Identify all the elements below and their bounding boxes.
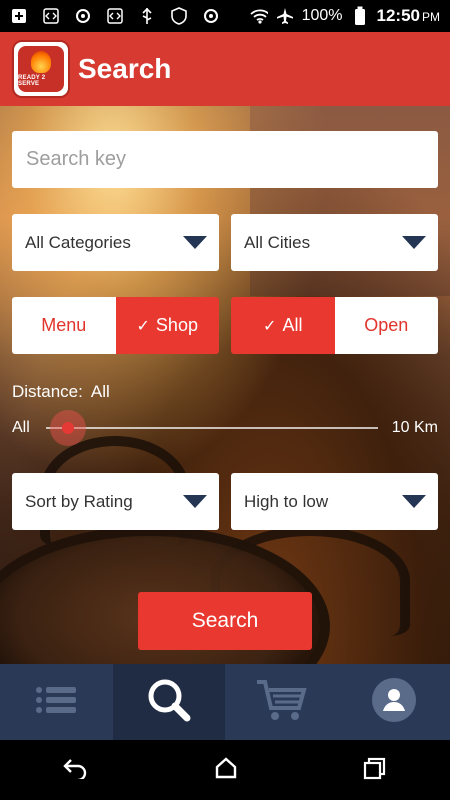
sort-order-dropdown[interactable]: High to low	[231, 473, 438, 530]
search-button[interactable]: Search	[138, 592, 312, 650]
status-option-open[interactable]: Open	[334, 297, 438, 354]
distance-slider[interactable]	[46, 410, 378, 446]
tab-search[interactable]	[112, 664, 225, 740]
city-value: All Cities	[244, 232, 311, 252]
distance-min-label: All	[12, 419, 30, 436]
page-title: Search	[78, 53, 172, 84]
cart-icon	[255, 678, 307, 727]
code-icon	[42, 7, 60, 25]
status-bar: 100% 12:50 PM	[0, 0, 450, 32]
flame-icon	[31, 51, 51, 73]
tab-cart[interactable]	[225, 664, 338, 740]
sort-by-value: Sort by Rating	[25, 491, 133, 511]
usb-icon	[138, 7, 156, 25]
check-icon: ✓	[263, 317, 277, 335]
logo-text: READY 2 SERVE	[18, 75, 46, 87]
plus-square-icon	[10, 7, 28, 25]
distance-slider-row: All 10 Km	[12, 410, 438, 446]
chevron-down-icon	[183, 495, 207, 508]
airplane-icon	[276, 7, 294, 25]
chevron-down-icon	[402, 495, 426, 508]
type-toggle: Menu ✓ Shop	[12, 297, 219, 354]
city-dropdown[interactable]: All Cities	[231, 214, 438, 271]
search-input[interactable]	[12, 131, 438, 188]
distance-label-row: Distance: All	[12, 382, 110, 402]
battery-percent: 100%	[301, 7, 343, 24]
category-dropdown[interactable]: All Categories	[12, 214, 219, 271]
sort-by-dropdown[interactable]: Sort by Rating	[12, 473, 219, 530]
distance-max-label: 10 Km	[391, 419, 438, 436]
sync-icon-2	[202, 7, 220, 25]
battery-icon	[351, 6, 369, 25]
distance-value: All	[90, 382, 110, 401]
sort-order-value: High to low	[244, 491, 329, 511]
shield-icon	[170, 7, 188, 25]
status-toggle: ✓ All Open	[231, 297, 438, 354]
type-option-shop[interactable]: ✓ Shop	[115, 297, 219, 354]
category-value: All Categories	[25, 232, 131, 252]
status-notifications	[10, 7, 220, 25]
recents-icon[interactable]	[363, 756, 387, 785]
app-logo: READY 2 SERVE	[12, 40, 70, 98]
tab-profile[interactable]	[338, 664, 450, 740]
check-icon: ✓	[136, 317, 150, 335]
wifi-icon	[249, 7, 268, 25]
tab-list[interactable]	[0, 664, 113, 740]
home-icon[interactable]	[214, 756, 238, 785]
code-icon-2	[106, 7, 124, 25]
system-nav-bar	[0, 740, 450, 800]
clock: 12:50 PM	[376, 6, 440, 25]
distance-label: Distance:	[12, 382, 83, 401]
list-icon	[34, 683, 78, 722]
status-system: 100% 12:50 PM	[249, 6, 440, 26]
chevron-down-icon	[183, 236, 207, 249]
bottom-tab-bar	[0, 664, 450, 740]
slider-thumb[interactable]	[50, 410, 86, 446]
status-option-all[interactable]: ✓ All	[231, 297, 335, 354]
sync-icon	[74, 7, 92, 25]
app-bar: READY 2 SERVE Search	[0, 32, 450, 106]
back-icon[interactable]	[62, 757, 89, 784]
search-icon	[145, 676, 193, 729]
type-option-menu[interactable]: Menu	[12, 297, 116, 354]
chevron-down-icon	[402, 236, 426, 249]
profile-icon	[371, 677, 417, 728]
